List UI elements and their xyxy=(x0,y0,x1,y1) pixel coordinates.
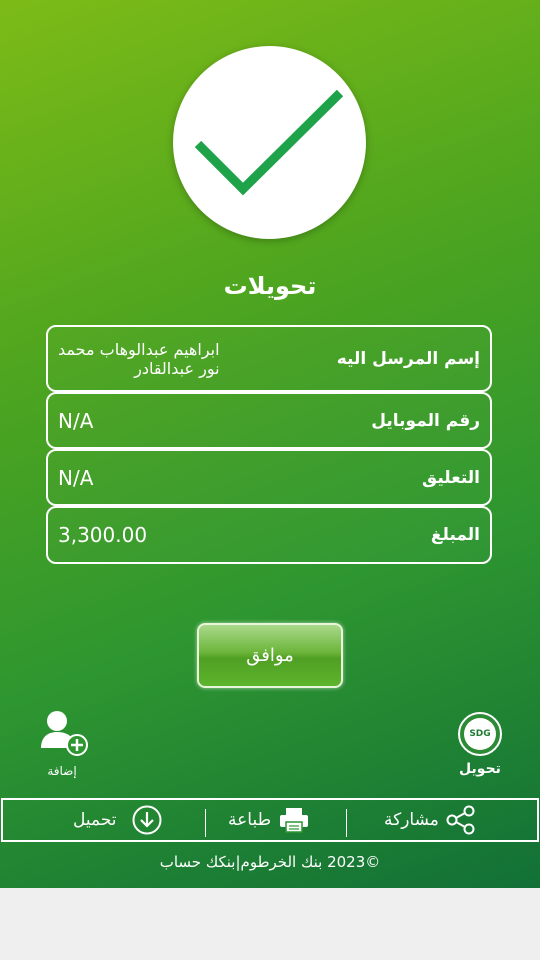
printer-icon xyxy=(280,808,309,833)
comment-row: التعليق N/A xyxy=(46,449,492,506)
download-label: تحميل xyxy=(73,810,117,830)
amount-label: المبلغ xyxy=(430,525,480,545)
page-title: تحويلات xyxy=(223,272,317,300)
comment-label: التعليق xyxy=(422,467,480,488)
print-label: طباعة xyxy=(228,810,272,830)
add-label: إضافة xyxy=(47,764,77,778)
share-icon xyxy=(446,805,475,835)
ok-button[interactable]: موافق xyxy=(197,623,343,688)
sdg-badge-text: SDG xyxy=(464,718,496,750)
toolbar-divider xyxy=(205,809,206,837)
download-icon xyxy=(132,805,162,835)
sdg-currency-icon: SDG xyxy=(458,712,502,756)
mobile-number-value: N/A xyxy=(58,408,94,433)
recipient-name-line1: ابراهيم عبدالوهاب محمد xyxy=(58,339,220,359)
mobile-number-label: رقم الموبايل xyxy=(371,410,480,431)
recipient-name-label: إسم المرسل اليه xyxy=(336,348,480,369)
checkmark-icon xyxy=(194,89,344,196)
recipient-name-value: ابراهيم عبدالوهاب محمد نور عبدالقادر xyxy=(58,340,220,378)
amount-value: 3,300.00 xyxy=(58,523,148,547)
transfer-button[interactable]: SDG تحويل xyxy=(450,712,510,777)
receipt-screen: تحويلات إسم المرسل اليه ابراهيم عبدالوها… xyxy=(0,0,540,888)
amount-row: المبلغ 3,300.00 xyxy=(46,506,492,564)
share-button[interactable]: مشاركة xyxy=(384,800,477,840)
copyright-footer: ©2023 بنك الخرطوم|بنكك حساب xyxy=(159,853,381,871)
add-beneficiary-button[interactable]: إضافة xyxy=(30,708,94,778)
share-label: مشاركة xyxy=(384,810,439,830)
add-user-icon xyxy=(41,711,88,756)
mobile-number-row: رقم الموبايل N/A xyxy=(46,392,492,449)
comment-value: N/A xyxy=(58,465,94,490)
recipient-name-row: إسم المرسل اليه ابراهيم عبدالوهاب محمد ن… xyxy=(46,325,492,392)
print-button[interactable]: طباعة xyxy=(228,800,309,840)
transfer-label: تحويل xyxy=(459,761,501,777)
action-toolbar: تحميل طباعة مشاركة xyxy=(1,798,539,842)
recipient-name-line2: نور عبدالقادر xyxy=(134,358,220,378)
success-check-badge xyxy=(173,46,366,239)
toolbar-divider xyxy=(346,809,347,837)
download-button[interactable]: تحميل xyxy=(73,800,163,840)
